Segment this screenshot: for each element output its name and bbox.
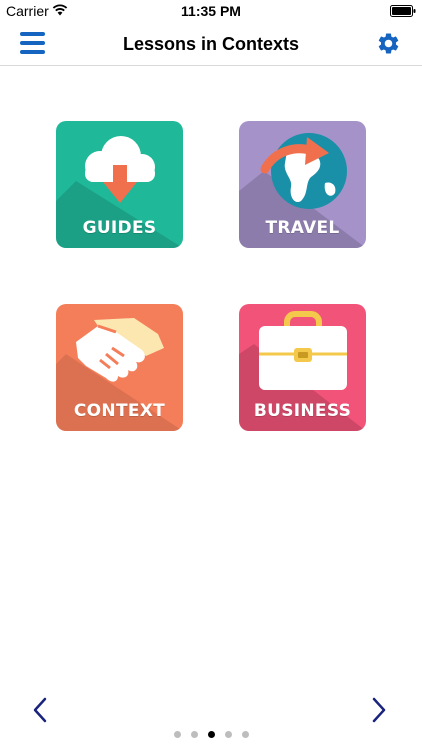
- gear-icon: [378, 33, 399, 54]
- tile-travel[interactable]: TRAVEL: [239, 121, 366, 248]
- status-time: 11:35 PM: [181, 3, 241, 19]
- tile-context[interactable]: CONTEXT: [56, 304, 183, 431]
- page-dot[interactable]: [224, 731, 232, 738]
- status-bar: Carrier 11:35 PM: [0, 0, 422, 22]
- page-dot[interactable]: [173, 731, 181, 738]
- next-page-button[interactable]: [369, 696, 389, 724]
- settings-button[interactable]: [376, 31, 401, 56]
- tile-label: TRAVEL: [265, 218, 340, 238]
- battery-icon: [390, 5, 416, 17]
- tile-guides[interactable]: GUIDES: [56, 121, 183, 248]
- page-indicator: [0, 731, 422, 739]
- tile-business[interactable]: BUSINESS: [239, 304, 366, 431]
- page-dot[interactable]: [207, 731, 215, 738]
- chevron-left-icon: [33, 697, 47, 723]
- page-title: Lessons in Contexts: [122, 34, 300, 54]
- tile-label: CONTEXT: [73, 401, 166, 421]
- page-dot[interactable]: [190, 731, 198, 738]
- previous-page-button[interactable]: [30, 696, 50, 724]
- tile-label: GUIDES: [82, 218, 157, 238]
- tile-label: BUSINESS: [253, 401, 352, 421]
- navigation-bar: Lessons in Contexts: [0, 22, 422, 66]
- page-dot[interactable]: [241, 731, 249, 738]
- chevron-right-icon: [372, 697, 386, 723]
